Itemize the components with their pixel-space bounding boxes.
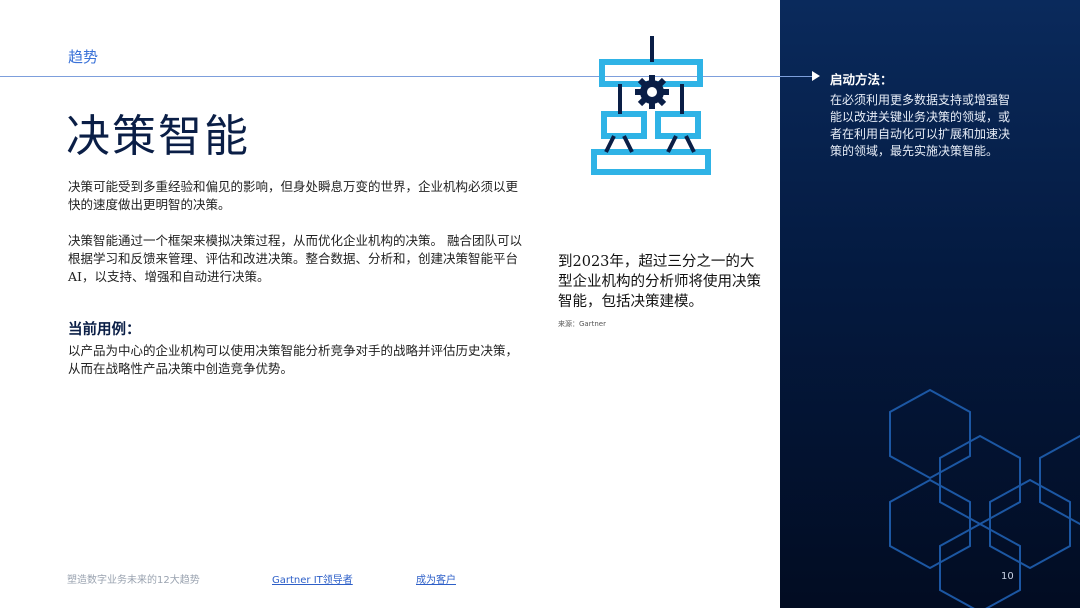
arrow-head-icon: [812, 71, 820, 81]
page-title: 决策智能: [66, 111, 250, 162]
sidebar-text: 在必须利用更多数据支持或增强智能以改进关键业务决策的领域，或者在利用自动化可以扩…: [830, 93, 1011, 158]
footer-doc-title: 塑造数字业务未来的12大趋势: [67, 575, 200, 586]
slide-page: 趋势 决策智能 决策可能受到多重经验和偏见的影响，但身处瞬息万变的世界，企业机构…: [0, 0, 1080, 608]
become-client-link[interactable]: 成为客户: [416, 571, 456, 586]
gear-icon: [635, 75, 669, 109]
decision-framework-icon: [590, 36, 712, 178]
hexagon-pattern-icon: [870, 388, 1080, 608]
intro-paragraph: 决策可能受到多重经验和偏见的影响，但身处瞬息万变的世界，企业机构必须以更快的速度…: [68, 179, 519, 212]
gartner-it-leaders-link[interactable]: Gartner IT领导者: [272, 571, 353, 586]
page-number: 10: [1001, 571, 1014, 582]
stat-callout: 到2023年，超过三分之一的大型企业机构的分析师将使用决策智能，包括决策建模。: [558, 254, 761, 310]
sidebar-heading: 启动方法：: [830, 72, 893, 87]
framework-paragraph: 决策智能通过一个框架来模拟决策过程，从而优化企业机构的决策。 融合团队可以根据学…: [68, 233, 522, 284]
stat-source: 来源：Gartner: [558, 320, 606, 328]
use-case-heading: 当前用例：: [68, 321, 141, 338]
section-label: 趋势: [68, 48, 99, 66]
use-case-text: 以产品为中心的企业机构可以使用决策智能分析竞争对手的战略并评估历史决策，从而在战…: [68, 343, 519, 376]
